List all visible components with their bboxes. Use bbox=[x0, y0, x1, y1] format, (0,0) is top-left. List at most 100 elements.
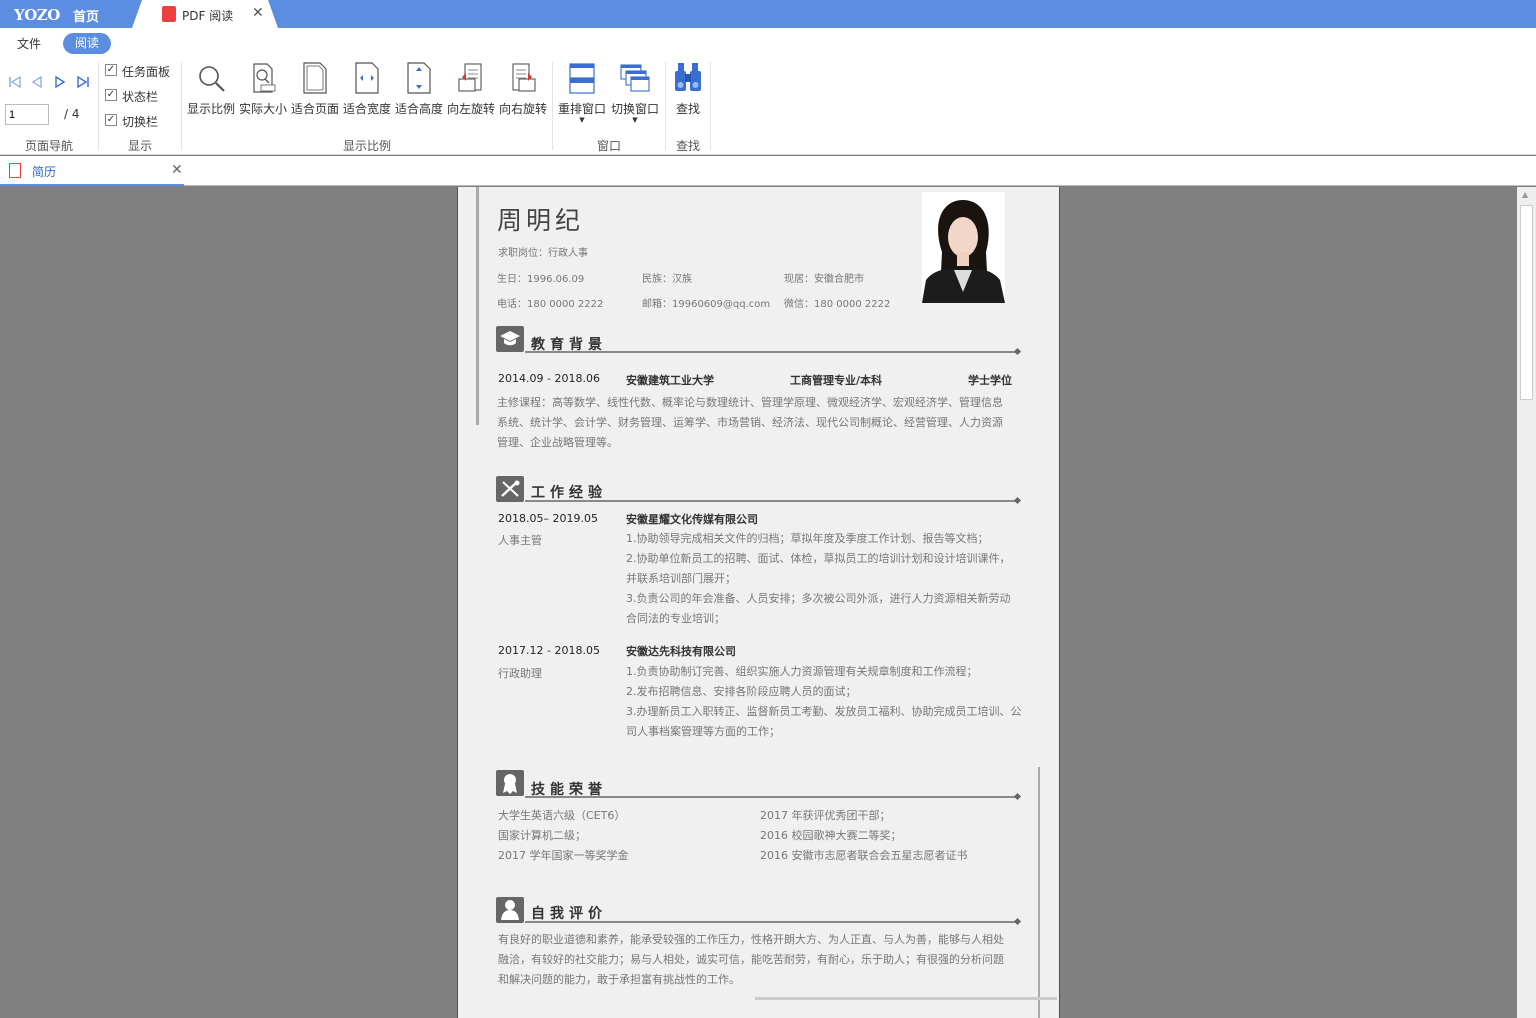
menu-bar: 文件 阅读 bbox=[0, 28, 1536, 58]
self-evaluation-text: 有良好的职业道德和素养，能承受较强的工作压力，性格开朗大方、为人正直、与人为善，… bbox=[498, 930, 1028, 990]
task-panel-checkbox[interactable]: ✓ bbox=[105, 64, 117, 76]
section-title-self-evaluation: 自我评价 bbox=[531, 906, 607, 922]
document-tab-label: 简历 bbox=[32, 165, 57, 179]
yozo-logo: YOZO bbox=[14, 6, 60, 24]
document-tab-resume[interactable]: 简历 ✕ bbox=[0, 156, 184, 186]
job-duties: 1.负责协助制订完善、组织实施人力资源管理有关规章制度和工作流程； 2.发布招聘… bbox=[626, 662, 1031, 742]
last-page-icon[interactable] bbox=[75, 74, 91, 90]
job-duty-line: 3.办理新员工入职转正、监督新员工考勤、发放员工福利、协助完成员工培训、公 bbox=[626, 705, 1022, 718]
skill-item: 2016 安徽市志愿者联合会五星志愿者证书 bbox=[760, 849, 968, 862]
menu-read[interactable]: 阅读 bbox=[63, 33, 111, 54]
fit-width-label: 适合宽度 bbox=[342, 102, 391, 116]
wechat: 微信：180 0000 2222 bbox=[784, 299, 891, 310]
edu-courses: 主修课程：高等数学、线性代数、概率论与数理统计、管理学原理、微观经济学、宏观经济… bbox=[497, 393, 1027, 453]
fit-page-icon bbox=[303, 62, 327, 94]
rotate-right-label: 向右旋转 bbox=[498, 102, 547, 116]
status-bar-checkbox[interactable]: ✓ bbox=[105, 89, 117, 101]
first-page-icon[interactable] bbox=[7, 74, 23, 90]
residence: 现居：安徽合肥市 bbox=[784, 274, 864, 285]
pdf-tab-label: PDF 阅读 bbox=[182, 9, 234, 23]
switch-window-icon bbox=[620, 64, 650, 92]
page-total: / 4 bbox=[64, 107, 80, 121]
zoom-ratio-button[interactable]: 显示比例 bbox=[186, 61, 236, 117]
ethnicity: 民族：汉族 bbox=[642, 274, 692, 285]
award-icon bbox=[503, 774, 517, 794]
skill-item: 国家计算机二级； bbox=[498, 829, 586, 842]
title-bar: YOZO 首页 PDF 阅读 ✕ bbox=[0, 0, 1536, 28]
section-divider bbox=[525, 921, 1018, 923]
binoculars-icon bbox=[675, 63, 701, 91]
skill-item: 大学生英语六级（CET6） bbox=[498, 809, 626, 822]
group-label-find: 查找 bbox=[675, 139, 700, 153]
zoom-ratio-label: 显示比例 bbox=[186, 102, 235, 116]
job-duty-line: 司人事档案管理等方面的工作； bbox=[626, 725, 780, 738]
skill-item: 2016 校园歌神大赛二等奖； bbox=[760, 829, 902, 842]
skill-item: 2017 学年国家一等奖学金 bbox=[498, 849, 629, 862]
edu-period: 2014.09 - 2018.06 bbox=[498, 372, 600, 385]
fit-page-button[interactable]: 适合页面 bbox=[290, 61, 340, 117]
fit-height-button[interactable]: 适合高度 bbox=[394, 61, 444, 117]
skills-right: 2017 年获评优秀团干部； 2016 校园歌神大赛二等奖； 2016 安徽市志… bbox=[760, 806, 1030, 866]
job-duty-line: 2.协助单位新员工的招聘、面试、体检，草拟员工的培训计划和设计培训课件， bbox=[626, 552, 1011, 565]
job-target: 求职岗位：行政人事 bbox=[498, 248, 588, 259]
rotate-left-label: 向左旋转 bbox=[446, 102, 495, 116]
job-role: 人事主管 bbox=[498, 534, 542, 547]
prev-page-icon[interactable] bbox=[29, 74, 45, 90]
profile-photo bbox=[922, 192, 1005, 303]
section-divider bbox=[525, 796, 1018, 798]
separator bbox=[710, 62, 711, 150]
pdf-reader-tab[interactable]: PDF 阅读 ✕ bbox=[132, 0, 278, 28]
section-divider bbox=[525, 500, 1018, 502]
menu-file[interactable]: 文件 bbox=[17, 35, 41, 52]
section-divider-dot bbox=[1013, 347, 1022, 356]
edu-course-line: 系统、统计学、会计学、财务管理、运筹学、市场营销、经济法、现代公司制概论、经营管… bbox=[497, 416, 1003, 429]
email: 邮箱：19960609@qq.com bbox=[642, 299, 771, 310]
switch-window-button[interactable]: 切换窗口 ▼ bbox=[609, 61, 661, 124]
job-duty-line: 并联系培训部门展开； bbox=[626, 572, 736, 585]
fit-width-button[interactable]: 适合宽度 bbox=[342, 61, 392, 117]
find-label: 查找 bbox=[675, 102, 700, 116]
next-page-icon[interactable] bbox=[52, 74, 68, 90]
rotate-right-icon bbox=[512, 63, 536, 92]
status-bar-label: 状态栏 bbox=[122, 90, 159, 104]
self-eval-line: 融洽，有较好的社交能力；易与人相处，诚实可信，能吃苦耐劳，有耐心，乐于助人；有很… bbox=[498, 953, 1004, 966]
edu-school: 安徽建筑工业大学 bbox=[626, 374, 714, 387]
fit-width-icon bbox=[355, 62, 379, 94]
switch-window-label: 切换窗口 bbox=[610, 102, 659, 116]
tools-icon bbox=[501, 480, 520, 497]
job-duty-line: 1.协助领导完成相关文件的归档；草拟年度及季度工作计划、报告等文档； bbox=[626, 532, 989, 545]
edu-course-line: 管理、企业战略管理等。 bbox=[497, 436, 618, 449]
edu-degree: 学士学位 bbox=[968, 374, 1012, 387]
page-number-input[interactable] bbox=[5, 104, 49, 125]
dropdown-arrow-icon: ▼ bbox=[579, 116, 585, 124]
find-button[interactable]: 查找 bbox=[667, 61, 709, 117]
job-role: 行政助理 bbox=[498, 667, 542, 680]
home-tab[interactable]: YOZO 首页 bbox=[0, 0, 140, 28]
close-document-icon[interactable]: ✕ bbox=[171, 162, 183, 178]
job-period: 2017.12 - 2018.05 bbox=[498, 644, 600, 657]
section-title-work: 工作经验 bbox=[531, 485, 607, 501]
scrollbar-thumb[interactable] bbox=[1520, 205, 1533, 400]
close-tab-icon[interactable]: ✕ bbox=[252, 5, 264, 21]
decor-line bbox=[476, 187, 479, 425]
ribbon: / 4 页面导航 ✓ 任务面板 ✓ 状态栏 ✓ 切换栏 显示 显示比例 实际大小… bbox=[0, 58, 1536, 155]
job-duties: 1.协助领导完成相关文件的归档；草拟年度及季度工作计划、报告等文档； 2.协助单… bbox=[626, 529, 1031, 629]
actual-size-button[interactable]: 实际大小 bbox=[237, 61, 289, 117]
job-company: 安徽星耀文化传媒有限公司 bbox=[626, 513, 758, 526]
dropdown-arrow-icon: ▼ bbox=[632, 116, 638, 124]
arrange-windows-button[interactable]: 重排窗口 ▼ bbox=[557, 61, 607, 124]
rotate-left-button[interactable]: 向左旋转 bbox=[446, 61, 496, 117]
pdf-icon bbox=[162, 6, 176, 22]
group-label-page-nav: 页面导航 bbox=[24, 139, 73, 153]
scroll-up-icon[interactable]: ▲ bbox=[1522, 190, 1528, 199]
job-duty-line: 3.负责公司的年会准备、人员安排；多次被公司外派，进行人力资源相关新劳动 bbox=[626, 592, 1011, 605]
phone: 电话：180 0000 2222 bbox=[497, 299, 604, 310]
switch-bar-checkbox[interactable]: ✓ bbox=[105, 114, 117, 126]
pdf-page: 周明纪 求职岗位：行政人事 生日：1996.06.09 民族：汉族 现居：安徽合… bbox=[457, 187, 1060, 1018]
section-divider-dot bbox=[1013, 496, 1022, 505]
section-divider-dot bbox=[1013, 917, 1022, 926]
rotate-right-button[interactable]: 向右旋转 bbox=[498, 61, 548, 117]
actual-size-label: 实际大小 bbox=[238, 102, 287, 116]
job-duty-line: 合同法的专业培训； bbox=[626, 612, 725, 625]
document-viewer[interactable]: 周明纪 求职岗位：行政人事 生日：1996.06.09 民族：汉族 现居：安徽合… bbox=[0, 187, 1536, 1018]
